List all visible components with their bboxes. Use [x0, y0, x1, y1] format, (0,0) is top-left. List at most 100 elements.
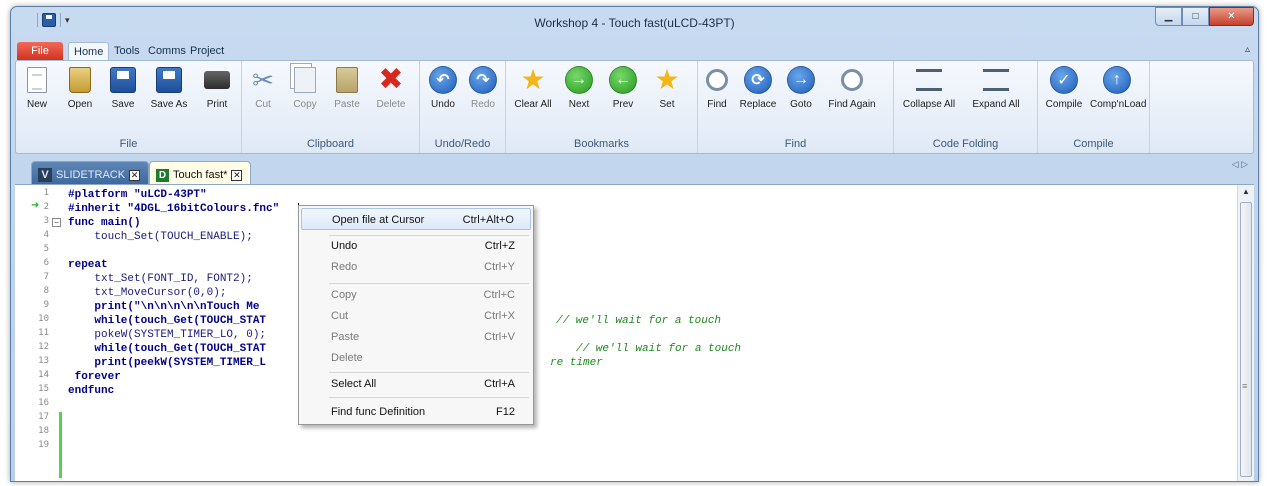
save-as-button[interactable]: Save As [146, 65, 192, 110]
tab-file[interactable]: File [17, 42, 63, 60]
line-number: 16 [38, 398, 49, 408]
save-button[interactable]: Save [106, 65, 140, 110]
expand-all-button[interactable]: Expand All [966, 65, 1026, 110]
close-tab-icon[interactable]: ✕ [231, 169, 243, 181]
menu-item-select-all[interactable]: Select All Ctrl+A [301, 373, 531, 395]
code-line: forever [68, 370, 121, 384]
copy-icon [294, 67, 316, 93]
line-number: 6 [43, 258, 49, 268]
find-again-button[interactable]: Find Again [824, 65, 880, 110]
menu-item-label: Cut [331, 310, 349, 322]
copy-label: Copy [293, 99, 317, 110]
menu-separator [329, 397, 529, 398]
scrollbar-grip-icon: ≡ [1242, 381, 1248, 391]
close-button[interactable]: ✕ [1209, 7, 1254, 26]
code-editor[interactable]: 1 2 3 4 5 6 7 8 9 10 11 12 13 14 15 16 1… [15, 184, 1254, 481]
open-button[interactable]: Open [62, 65, 98, 110]
code-line: func main() [68, 216, 141, 230]
close-tab-icon[interactable]: ✕ [129, 169, 141, 181]
vertical-scrollbar[interactable]: ▲ ≡ [1237, 185, 1254, 481]
new-label: New [26, 99, 47, 110]
print-button[interactable]: Print [200, 65, 234, 110]
find-again-icon [841, 69, 863, 91]
maximize-button[interactable]: □ [1182, 7, 1209, 26]
menu-item-copy[interactable]: Copy Ctrl+C [301, 284, 531, 306]
menu-item-shortcut: Ctrl+X [484, 310, 515, 322]
undoredo-group: ↶ Undo ↷ Redo Undo/Redo [420, 61, 506, 153]
line-number: 13 [38, 356, 49, 366]
replace-icon: ⟳ [744, 66, 772, 94]
line-number: 9 [43, 300, 49, 310]
tab-tools[interactable]: Tools [114, 45, 140, 57]
designer-logo-icon: D [156, 168, 169, 182]
goto-icon: → [787, 66, 815, 94]
cut-button[interactable]: ✂ Cut [248, 65, 278, 110]
find-button[interactable]: Find [702, 65, 732, 110]
menu-item-redo[interactable]: Redo Ctrl+Y [301, 256, 531, 278]
code-folding-group-title: Code Folding [932, 138, 999, 150]
code-line: touch_Set(TOUCH_ENABLE); [68, 230, 252, 244]
line-number-gutter: 1 2 3 4 5 6 7 8 9 10 11 12 13 14 15 16 1… [15, 185, 62, 481]
line-number: 18 [38, 426, 49, 436]
new-button[interactable]: New [22, 65, 52, 110]
open-folder-icon [69, 67, 91, 93]
tab-scroll-arrows-icon[interactable]: ◁ ▷ [1232, 159, 1248, 170]
collapse-all-button[interactable]: Collapse All [898, 65, 960, 110]
code-text: print(peekW(SYSTEM_TIMER_L [68, 357, 267, 369]
code-text: txt_MoveCursor(0,0); [68, 287, 227, 299]
scroll-up-arrow-icon[interactable]: ▲ [1238, 187, 1254, 196]
undo-button[interactable]: ↶ Undo [426, 65, 460, 110]
clear-all-bookmarks-button[interactable]: ★ Clear All [510, 65, 556, 111]
tab-project[interactable]: Project [190, 45, 224, 57]
printer-icon [204, 71, 230, 89]
window-controls: ▁ □ ✕ [1155, 7, 1254, 26]
delete-button[interactable]: ✖ Delete [372, 65, 410, 111]
menu-item-paste[interactable]: Paste Ctrl+V [301, 326, 531, 348]
tab-home[interactable]: Home [68, 42, 110, 61]
expand-all-icon [983, 69, 1009, 91]
menu-item-delete[interactable]: Delete [301, 347, 531, 369]
find-group-title: Find [784, 138, 807, 150]
compile-button[interactable]: ✓ Compile [1042, 65, 1086, 110]
title-bar: ▾ Workshop 4 - Touch fast(uLCD-43PT) ▁ □… [11, 7, 1258, 37]
line-number: 7 [43, 272, 49, 282]
goto-button[interactable]: → Goto [784, 65, 818, 110]
line-number: 12 [38, 342, 49, 352]
doc-tab-slidetrack[interactable]: V SLIDETRACK ✕ [31, 161, 150, 184]
scrollbar-thumb[interactable] [1240, 202, 1252, 477]
goto-label: Goto [790, 99, 812, 110]
menu-item-label: Redo [331, 261, 358, 273]
compnload-button[interactable]: ↑ Comp'nLoad [1090, 65, 1146, 110]
fold-toggle-icon[interactable]: − [52, 218, 61, 227]
next-bookmark-button[interactable]: → Next [562, 65, 596, 110]
redo-button[interactable]: ↷ Redo [466, 65, 500, 110]
minimize-button[interactable]: ▁ [1155, 7, 1182, 26]
current-line-arrow-icon: ➜ [31, 200, 40, 211]
paste-button[interactable]: Paste [330, 65, 364, 110]
set-bookmark-button[interactable]: ★ Set [650, 65, 684, 111]
menu-item-cut[interactable]: Cut Ctrl+X [301, 305, 531, 327]
doc-tab-touch-fast[interactable]: D Touch fast* ✕ [149, 161, 252, 184]
menu-item-label: Delete [331, 352, 363, 364]
line-number: 4 [43, 230, 49, 240]
line-number: 5 [43, 244, 49, 254]
menu-item-open-file-at-cursor[interactable]: Open file at Cursor Ctrl+Alt+O [301, 208, 531, 230]
clipboard-group: ✂ Cut Copy Paste ✖ Delete Clipboard [242, 61, 420, 153]
ribbon-collapse-icon[interactable]: ▵ [1245, 44, 1250, 55]
next-arrow-icon: → [565, 66, 593, 94]
redo-icon: ↷ [469, 66, 497, 94]
code-line: #inherit "4DGL_16bitColours.fnc" [68, 202, 279, 216]
doc-tab-label: SLIDETRACK [56, 169, 126, 181]
menu-item-find-func-definition[interactable]: Find func Definition F12 [301, 401, 531, 423]
set-label: Set [659, 99, 675, 110]
tab-comms[interactable]: Comms [148, 45, 186, 57]
replace-button[interactable]: ⟳ Replace [736, 65, 780, 110]
menu-item-undo[interactable]: Undo Ctrl+Z [301, 235, 531, 257]
code-comment: // we'll wait for a touch [576, 343, 742, 355]
scissors-icon: ✂ [252, 65, 274, 95]
code-line: repeat [68, 258, 108, 272]
prev-bookmark-button[interactable]: ← Prev [606, 65, 640, 110]
copy-button[interactable]: Copy [290, 65, 320, 110]
redo-label: Redo [471, 99, 495, 110]
code-text: while(touch_Get(TOUCH_STAT [68, 343, 267, 355]
